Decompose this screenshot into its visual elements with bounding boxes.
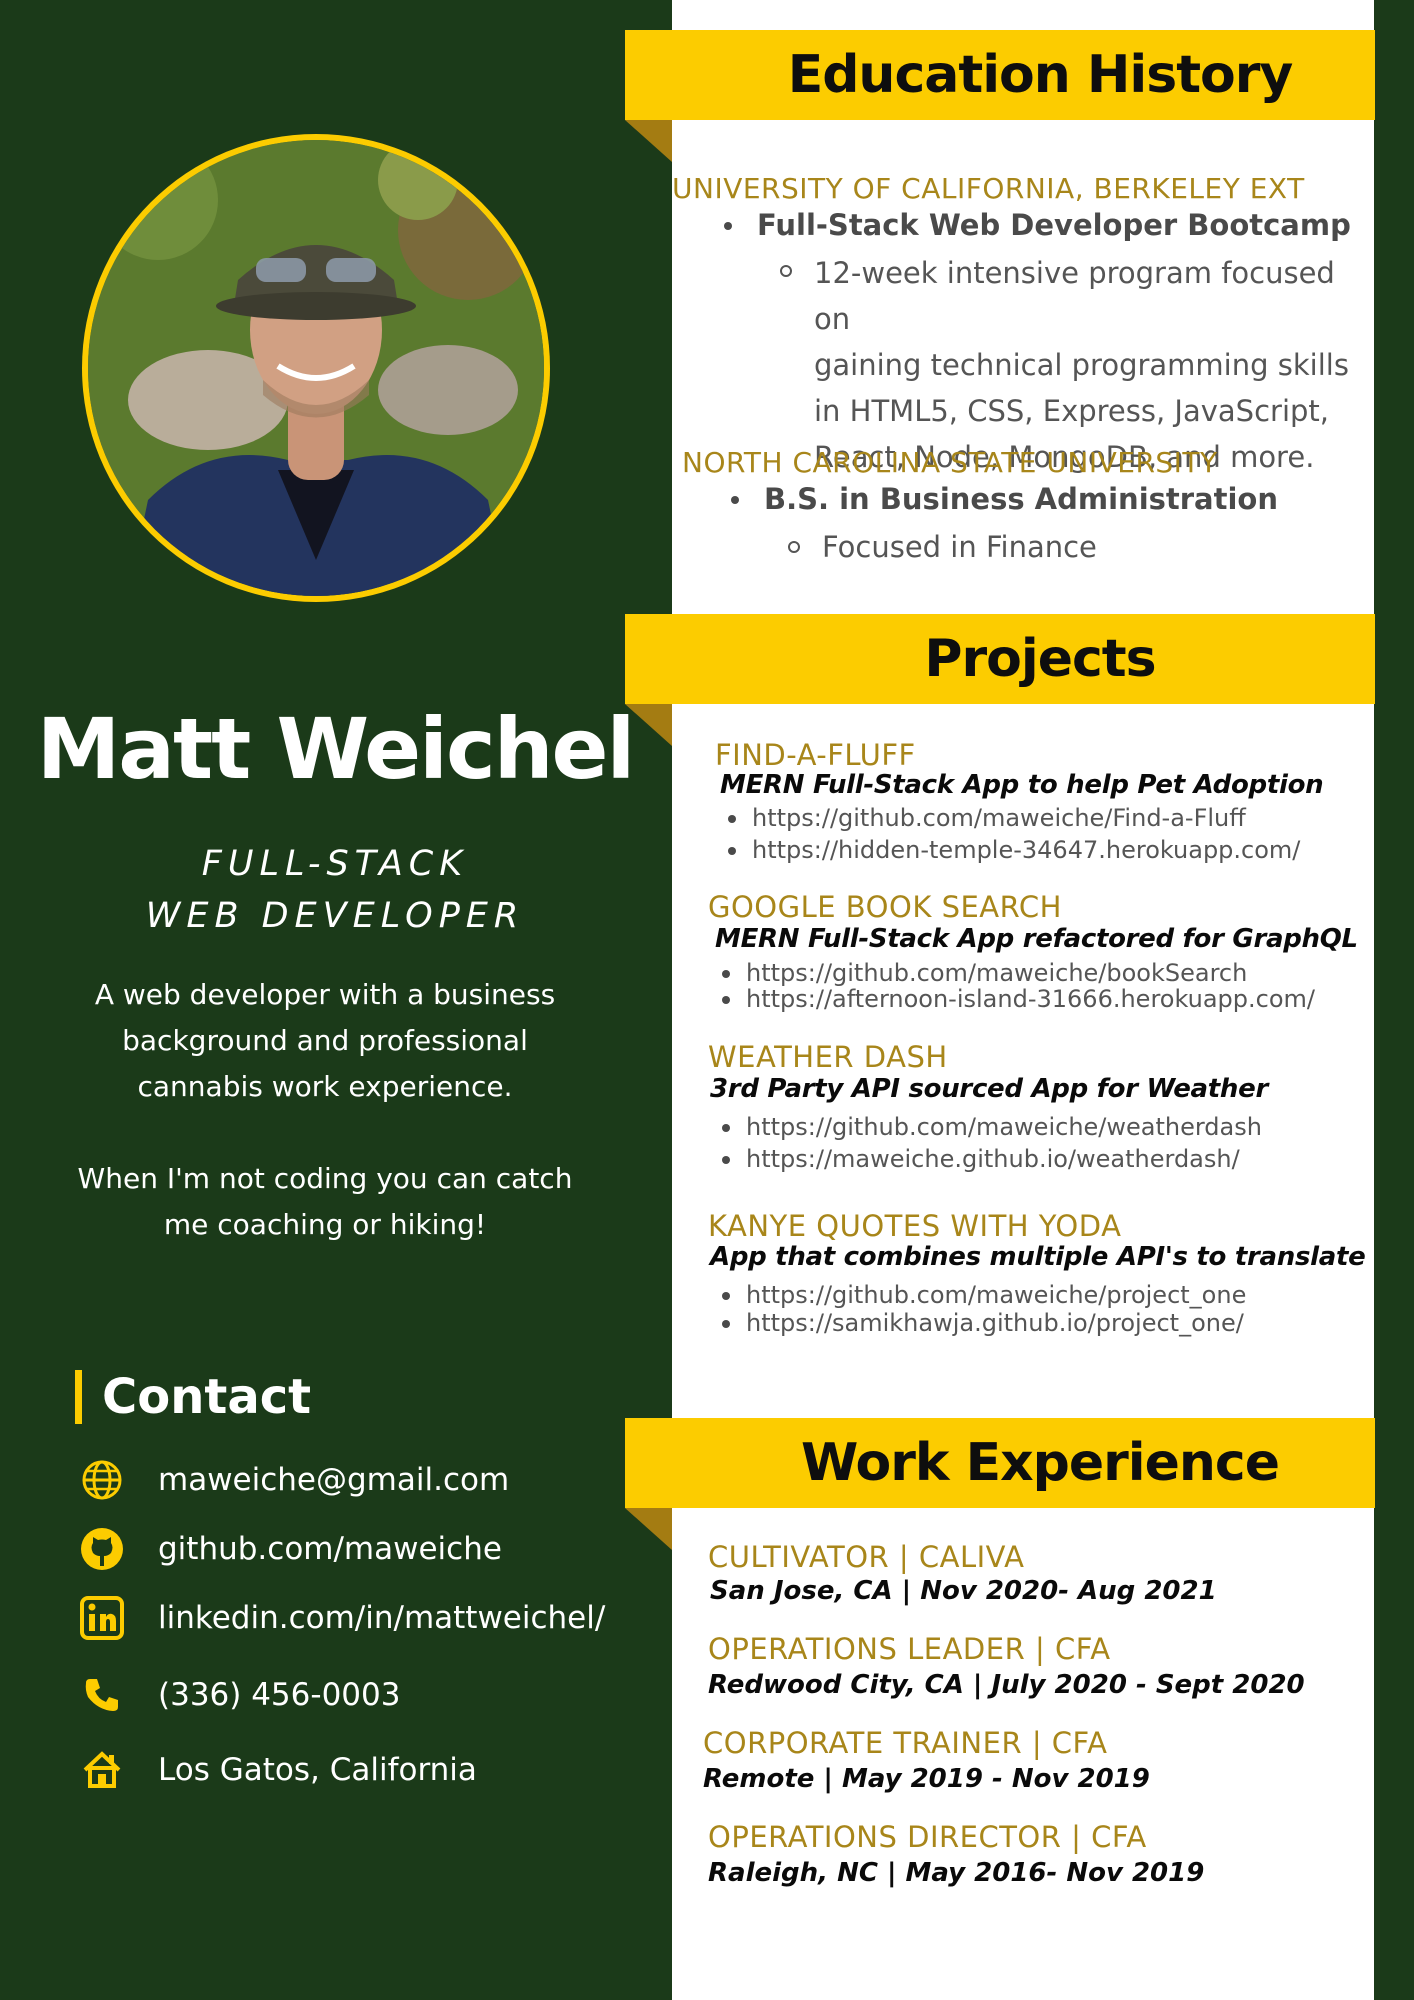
phone-icon — [78, 1671, 126, 1719]
education-degree-2: B.S. in Business Administration — [764, 482, 1278, 516]
work-banner-fold — [625, 1508, 672, 1550]
profile-name: Matt Weichel — [36, 700, 636, 798]
project-2-name: GOOGLE BOOK SEARCH — [708, 890, 1062, 924]
contact-email[interactable]: maweiche@gmail.com — [158, 1462, 509, 1498]
project-4-link-1-text[interactable]: https://github.com/maweiche/project_one — [746, 1281, 1246, 1309]
project-2-link-2[interactable]: https://afternoon-island-31666.herokuapp… — [722, 985, 1315, 1013]
project-2-link-2-text[interactable]: https://afternoon-island-31666.herokuapp… — [746, 985, 1315, 1013]
project-4-link-1-bullet — [722, 1292, 730, 1300]
education-banner: Education History — [625, 30, 1375, 120]
github-icon — [78, 1525, 126, 1573]
education-school-2: NORTH CAROLINA STATE UNIVERSITY — [682, 446, 1218, 479]
education-detail-1-line-3: in HTML5, CSS, Express, JavaScript, — [814, 394, 1330, 428]
project-4-link-2-bullet — [722, 1320, 730, 1328]
projects-banner: Projects — [625, 614, 1375, 704]
education-detail-1-bullet — [780, 265, 792, 277]
bio-1-line-2: background and professional — [122, 1024, 528, 1057]
projects-banner-fold — [625, 704, 672, 746]
job-4-title: OPERATIONS DIRECTOR | CFA — [708, 1820, 1147, 1854]
project-1-link-2[interactable]: https://hidden-temple-34647.herokuapp.co… — [728, 836, 1300, 864]
job-1-title: CULTIVATOR | CALIVA — [708, 1540, 1025, 1574]
education-degree-2-bullet — [731, 496, 739, 504]
bio-1-line-1: A web developer with a business — [94, 978, 556, 1011]
project-3-link-1-bullet — [722, 1124, 730, 1132]
education-detail-1-line-2: gaining technical programming skills — [814, 348, 1349, 382]
profile-photo — [88, 140, 544, 596]
project-3-link-1-text[interactable]: https://github.com/maweiche/weatherdash — [746, 1113, 1262, 1141]
job-3-meta: Remote | May 2019 - Nov 2019 — [703, 1764, 1150, 1794]
project-4-link-1[interactable]: https://github.com/maweiche/project_one — [722, 1281, 1246, 1309]
profile-title: FULL-STACK WEB DEVELOPER — [30, 838, 640, 942]
project-3-link-2-text[interactable]: https://maweiche.github.io/weatherdash/ — [746, 1145, 1240, 1173]
project-1-link-2-bullet — [728, 847, 736, 855]
right-edge-strip — [1374, 0, 1414, 2000]
project-2-link-1-text[interactable]: https://github.com/maweiche/bookSearch — [746, 959, 1247, 987]
project-1-link-1-text[interactable]: https://github.com/maweiche/Find-a-Fluff — [752, 804, 1246, 832]
bio-2-line-1: When I'm not coding you can catch — [77, 1162, 573, 1195]
linkedin-icon — [78, 1594, 126, 1642]
bio-paragraph-2: When I'm not coding you can catch me coa… — [30, 1156, 620, 1248]
contact-phone-row[interactable]: (336) 456-0003 — [78, 1670, 638, 1720]
project-2-link-1-bullet — [722, 970, 730, 978]
contact-email-row[interactable]: maweiche@gmail.com — [78, 1455, 638, 1505]
education-school-1: UNIVERSITY OF CALIFORNIA, BERKELEY EXT — [672, 172, 1305, 205]
contact-github-row[interactable]: github.com/maweiche — [78, 1524, 638, 1574]
project-4-link-2[interactable]: https://samikhawja.github.io/project_one… — [722, 1309, 1244, 1337]
project-1-link-1[interactable]: https://github.com/maweiche/Find-a-Fluff — [728, 804, 1246, 832]
profile-bio: A web developer with a business backgrou… — [30, 972, 620, 1248]
education-degree-1-bullet — [724, 222, 732, 230]
project-1-link-1-bullet — [728, 815, 736, 823]
globe-icon — [78, 1456, 126, 1504]
job-3-title: CORPORATE TRAINER | CFA — [703, 1726, 1108, 1760]
project-1-desc: MERN Full-Stack App to help Pet Adoption — [720, 770, 1324, 800]
work-heading: Work Experience — [801, 1433, 1280, 1493]
contact-phone[interactable]: (336) 456-0003 — [158, 1677, 400, 1713]
education-banner-fold — [625, 120, 672, 162]
project-3-link-2-bullet — [722, 1156, 730, 1164]
contact-github[interactable]: github.com/maweiche — [158, 1531, 502, 1567]
home-icon — [78, 1746, 126, 1794]
job-4-meta: Raleigh, NC | May 2016- Nov 2019 — [708, 1858, 1205, 1888]
education-detail-2: Focused in Finance — [822, 530, 1097, 564]
bio-1-line-3: cannabis work experience. — [137, 1070, 513, 1103]
project-1-name: FIND-A-FLUFF — [715, 738, 916, 772]
project-3-link-1[interactable]: https://github.com/maweiche/weatherdash — [722, 1113, 1262, 1141]
education-degree-1: Full-Stack Web Developer Bootcamp — [757, 208, 1351, 242]
project-1-link-2-text[interactable]: https://hidden-temple-34647.herokuapp.co… — [752, 836, 1300, 864]
contact-linkedin-row[interactable]: linkedin.com/in/mattweichel/ — [78, 1593, 638, 1643]
job-2-meta: Redwood City, CA | July 2020 - Sept 2020 — [708, 1670, 1305, 1700]
profile-title-line-2: WEB DEVELOPER — [145, 896, 525, 936]
profile-photo-illustration — [88, 140, 544, 596]
project-4-desc: App that combines multiple API's to tran… — [710, 1242, 1366, 1272]
project-2-desc: MERN Full-Stack App refactored for Graph… — [715, 924, 1358, 954]
project-2-link-2-bullet — [722, 996, 730, 1004]
projects-heading: Projects — [924, 629, 1156, 689]
contact-location: Los Gatos, California — [158, 1752, 477, 1788]
project-4-link-2-text[interactable]: https://samikhawja.github.io/project_one… — [746, 1309, 1244, 1337]
job-1-meta: San Jose, CA | Nov 2020- Aug 2021 — [710, 1576, 1217, 1606]
education-heading: Education History — [787, 45, 1294, 105]
profile-photo-frame — [82, 134, 550, 602]
work-banner: Work Experience — [625, 1418, 1375, 1508]
project-2-link-1[interactable]: https://github.com/maweiche/bookSearch — [722, 959, 1247, 987]
project-3-link-2[interactable]: https://maweiche.github.io/weatherdash/ — [722, 1145, 1240, 1173]
project-3-name: WEATHER DASH — [708, 1040, 948, 1074]
profile-title-line-1: FULL-STACK — [201, 844, 469, 884]
project-4-name: KANYE QUOTES WITH YODA — [708, 1209, 1122, 1243]
bio-paragraph-1: A web developer with a business backgrou… — [30, 972, 620, 1110]
contact-heading: Contact — [75, 1370, 311, 1424]
contact-location-row: Los Gatos, California — [78, 1745, 638, 1795]
contact-linkedin[interactable]: linkedin.com/in/mattweichel/ — [158, 1600, 605, 1636]
education-detail-1-line-1: 12-week intensive program focused on — [814, 256, 1335, 336]
job-2-title: OPERATIONS LEADER | CFA — [708, 1632, 1111, 1666]
education-detail-2-bullet — [788, 541, 800, 553]
project-3-desc: 3rd Party API sourced App for Weather — [710, 1074, 1268, 1104]
bio-2-line-2: me coaching or hiking! — [163, 1208, 487, 1241]
